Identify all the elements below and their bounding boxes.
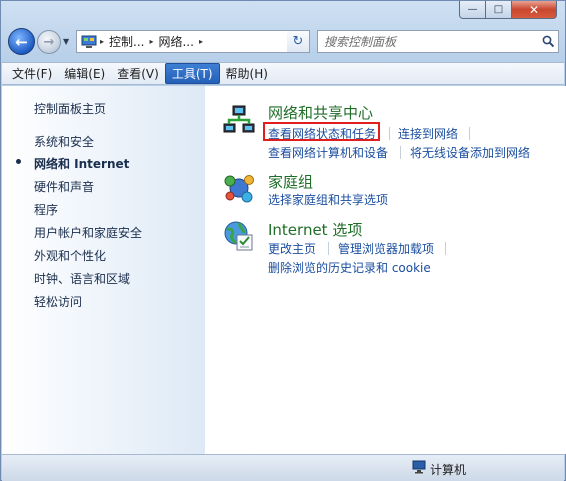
category-title-internet-options[interactable]: Internet 选项 bbox=[268, 219, 362, 240]
address-separator[interactable]: ▸ bbox=[197, 37, 205, 46]
menu-view[interactable]: 查看(V) bbox=[111, 63, 165, 84]
search-box[interactable] bbox=[317, 30, 559, 53]
highlight-box bbox=[263, 122, 380, 141]
current-item-bullet-icon bbox=[16, 159, 21, 164]
back-arrow-icon: ← bbox=[15, 32, 28, 51]
sidebar-item-appearance[interactable]: 外观和个性化 bbox=[34, 247, 106, 264]
recent-pages-dropdown[interactable]: ▼ bbox=[63, 37, 69, 46]
control-panel-icon bbox=[80, 35, 98, 49]
sidebar-item-programs[interactable]: 程序 bbox=[34, 201, 58, 218]
sidebar: 控制面板主页 系统和安全 网络和 Internet 硬件和声音 程序 用户帐户和… bbox=[2, 86, 205, 454]
caption-buttons: — □ ✕ bbox=[459, 1, 557, 19]
link-view-network-computers[interactable]: 查看网络计算机和设备 bbox=[268, 144, 388, 161]
refresh-icon: ↻ bbox=[292, 34, 304, 49]
link-homegroup-options[interactable]: 选择家庭组和共享选项 bbox=[268, 191, 388, 208]
homegroup-icon[interactable] bbox=[222, 171, 256, 205]
refresh-button[interactable]: ↻ bbox=[287, 30, 310, 53]
category-title-network-sharing[interactable]: 网络和共享中心 bbox=[268, 102, 373, 123]
sidebar-item-user-accounts[interactable]: 用户帐户和家庭安全 bbox=[34, 224, 142, 241]
status-bar: 计算机 bbox=[2, 454, 564, 481]
close-button[interactable]: ✕ bbox=[512, 1, 557, 19]
menu-tools[interactable]: 工具(T) bbox=[164, 63, 220, 84]
menu-edit[interactable]: 编辑(E) bbox=[58, 63, 111, 84]
sidebar-item-control-panel-home[interactable]: 控制面板主页 bbox=[34, 100, 106, 117]
link-manage-addons[interactable]: 管理浏览器加载项 bbox=[338, 240, 434, 257]
back-button[interactable]: ← bbox=[8, 28, 35, 55]
address-separator[interactable]: ▸ bbox=[147, 37, 155, 46]
link-separator bbox=[469, 127, 470, 140]
minimize-button[interactable]: — bbox=[459, 1, 486, 19]
link-delete-browsing-history[interactable]: 删除浏览的历史记录和 cookie bbox=[268, 259, 431, 276]
computer-icon bbox=[412, 460, 426, 474]
link-separator bbox=[389, 127, 390, 140]
control-panel-window: — □ ✕ ← → ▼ ▸ 控制... ▸ 网络... ▸ ▼ ↻ bbox=[0, 0, 566, 481]
sidebar-item-ease-of-access[interactable]: 轻松访问 bbox=[34, 293, 82, 310]
address-segment-network[interactable]: 网络... bbox=[155, 33, 196, 50]
forward-button[interactable]: → bbox=[37, 30, 61, 54]
link-separator bbox=[328, 242, 329, 255]
link-change-homepage[interactable]: 更改主页 bbox=[268, 240, 316, 257]
menu-file[interactable]: 文件(F) bbox=[6, 63, 58, 84]
maximize-button[interactable]: □ bbox=[486, 1, 512, 19]
content-area: 控制面板主页 系统和安全 网络和 Internet 硬件和声音 程序 用户帐户和… bbox=[2, 86, 566, 454]
sidebar-item-clock-language[interactable]: 时钟、语言和区域 bbox=[34, 270, 130, 287]
menu-help[interactable]: 帮助(H) bbox=[220, 63, 274, 84]
link-separator bbox=[400, 146, 401, 159]
search-input[interactable] bbox=[318, 32, 538, 51]
internet-options-icon[interactable] bbox=[222, 219, 256, 253]
forward-arrow-icon: → bbox=[43, 34, 55, 50]
search-icon[interactable] bbox=[538, 35, 558, 48]
address-separator[interactable]: ▸ bbox=[98, 37, 106, 46]
sidebar-item-hardware-sound[interactable]: 硬件和声音 bbox=[34, 178, 94, 195]
category-title-homegroup[interactable]: 家庭组 bbox=[268, 171, 313, 192]
link-add-wireless-device[interactable]: 将无线设备添加到网络 bbox=[410, 144, 530, 161]
main-panel: 网络和共享中心 查看网络状态和任务 连接到网络 查看网络计算机和设备 将无线设备… bbox=[205, 86, 566, 454]
status-text: 计算机 bbox=[430, 463, 467, 477]
link-connect-to-network[interactable]: 连接到网络 bbox=[398, 125, 458, 142]
address-segment-control-panel[interactable]: 控制... bbox=[106, 33, 147, 50]
network-icon[interactable] bbox=[222, 104, 256, 138]
sidebar-item-system-security[interactable]: 系统和安全 bbox=[34, 133, 94, 150]
navigation-bar: ← → ▼ ▸ 控制... ▸ 网络... ▸ ▼ ↻ bbox=[1, 27, 565, 57]
sidebar-item-network-internet: 网络和 Internet bbox=[34, 157, 130, 171]
address-bar[interactable]: ▸ 控制... ▸ 网络... ▸ ▼ bbox=[76, 30, 310, 53]
menu-bar: 文件(F) 编辑(E) 查看(V) 工具(T) 帮助(H) bbox=[2, 62, 564, 85]
link-separator bbox=[445, 242, 446, 255]
